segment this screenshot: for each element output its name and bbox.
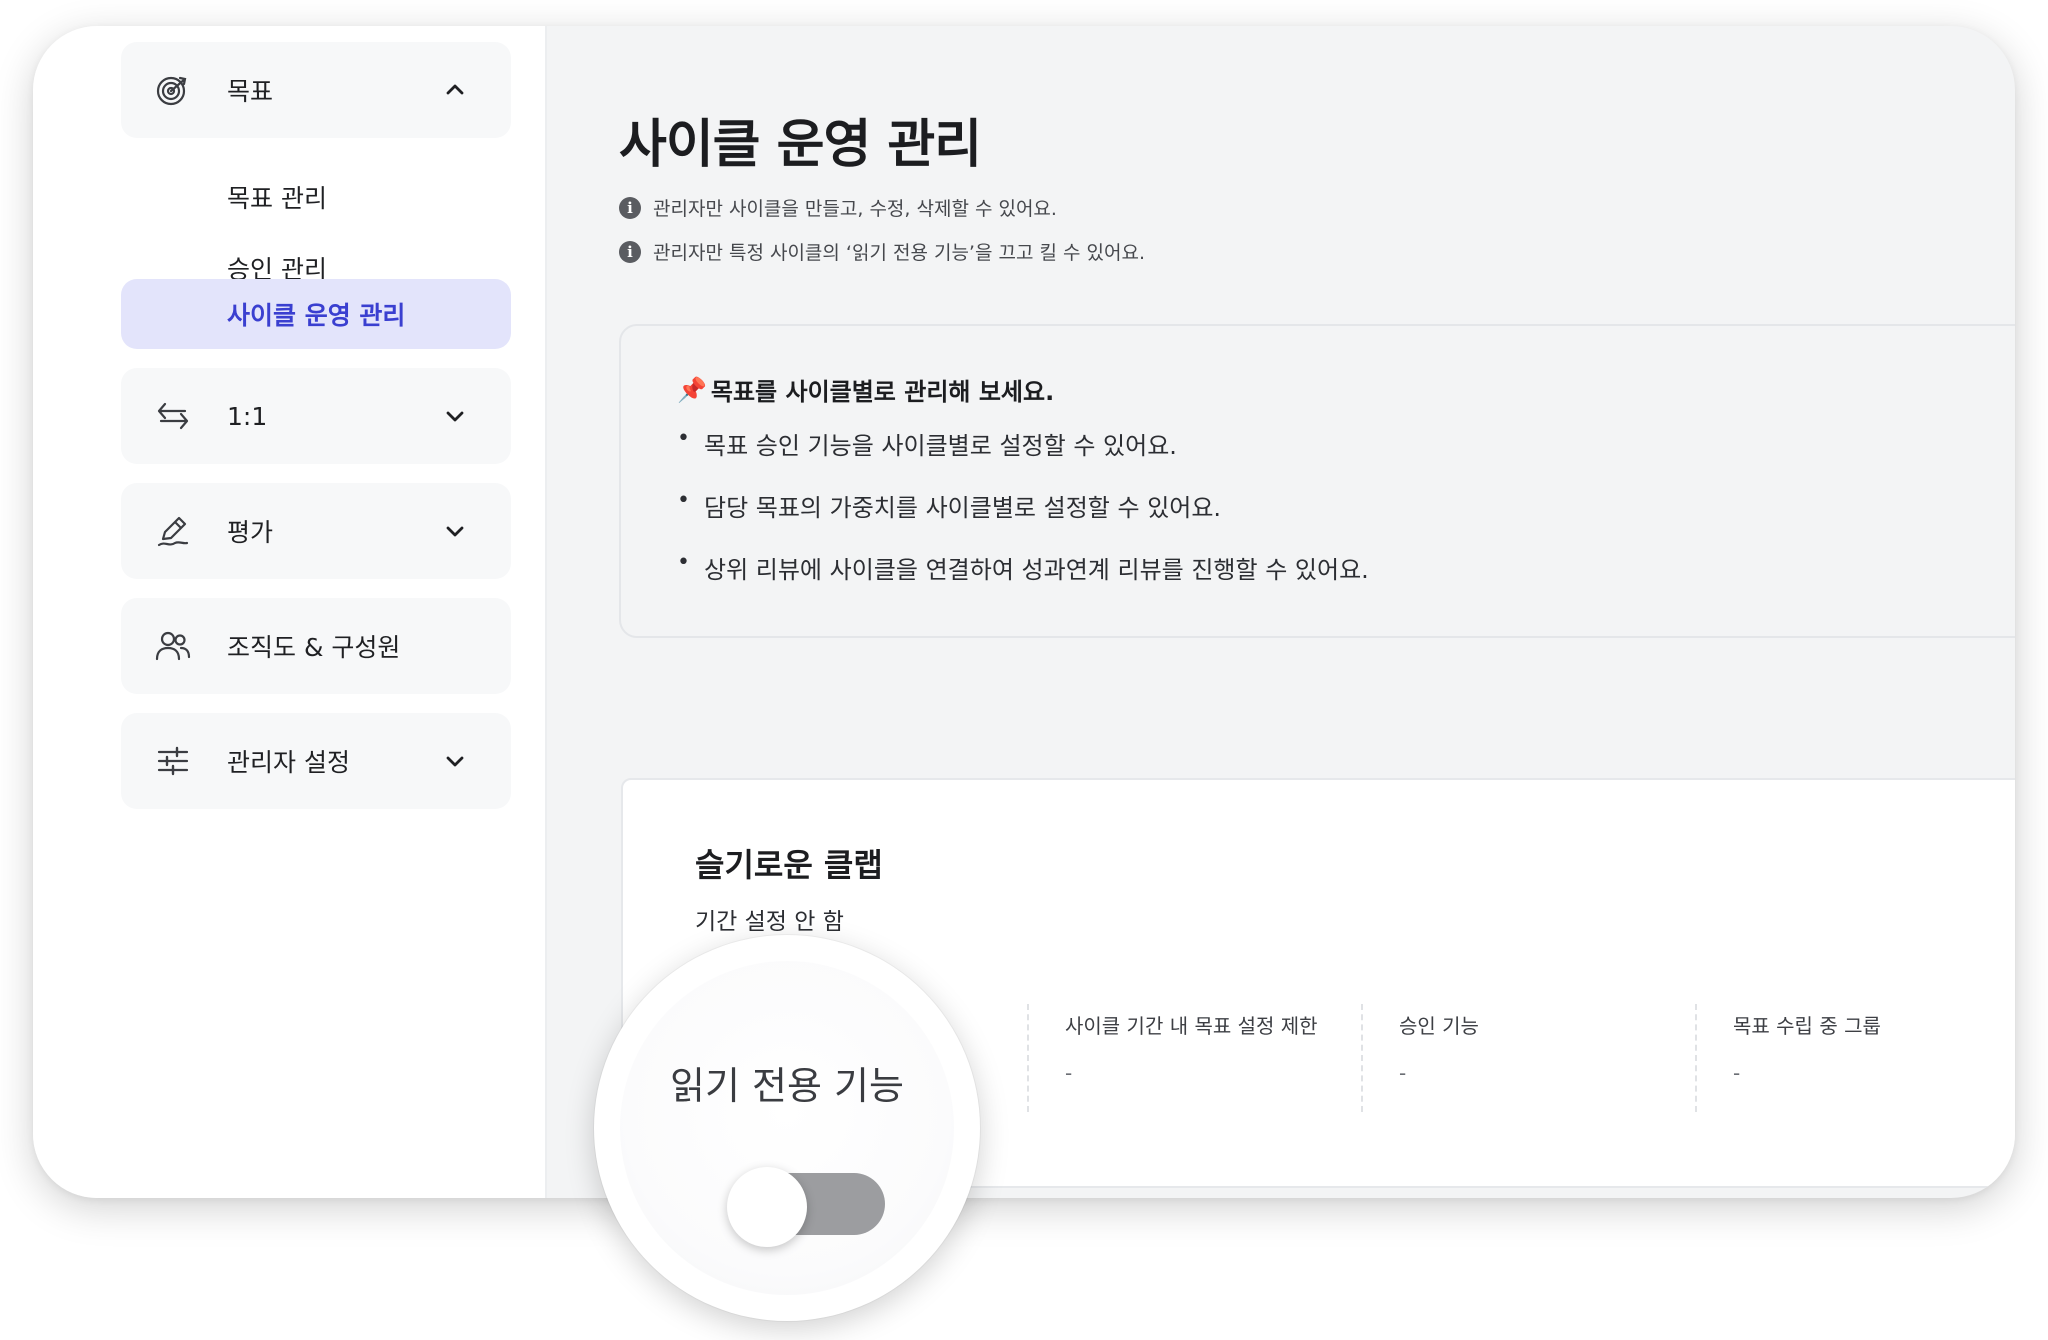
cycle-name: 슬기로운 클랩 — [695, 846, 883, 884]
sidebar-group-admin-label: 관리자 설정 — [227, 748, 350, 777]
list-item: 상위 리뷰에 사이클을 연결하여 성과연계 리뷰를 진행할 수 있어요. — [677, 550, 1369, 612]
column-value: - — [1733, 1061, 1741, 1085]
sidebar-group-goal[interactable]: 목표 — [121, 42, 511, 138]
notice-line: i 관리자만 특정 사이클의 ‘읽기 전용 기능’을 끄고 킬 수 있어요. — [619, 238, 1145, 265]
target-icon — [156, 76, 187, 106]
sidebar-group-one-on-one[interactable]: 1:1 — [121, 368, 511, 464]
cycle-column-group: 목표 수립 중 그룹 - — [1695, 1004, 1881, 1112]
notice-text: 관리자만 특정 사이클의 ‘읽기 전용 기능’을 끄고 킬 수 있어요. — [653, 242, 1145, 264]
sidebar-group-evaluation-label: 평가 — [227, 518, 274, 547]
page-title: 사이클 운영 관리 — [619, 115, 982, 175]
zoom-inner: 읽기 전용 기능 — [620, 961, 954, 1295]
column-header: 승인 기능 — [1399, 1014, 1479, 1038]
notice-line: i 관리자만 사이클을 만들고, 수정, 삭제할 수 있어요. — [619, 194, 1057, 221]
swap-arrows-icon — [157, 402, 189, 430]
sidebar-item-goal-management[interactable]: 목표 관리 — [121, 162, 511, 232]
pen-edit-icon — [157, 516, 189, 547]
sidebar-group-evaluation[interactable]: 평가 — [121, 483, 511, 579]
notice-text: 관리자만 사이클을 만들고, 수정, 삭제할 수 있어요. — [653, 198, 1057, 220]
chevron-down-icon[interactable] — [441, 517, 469, 545]
info-icon: i — [619, 240, 641, 263]
list-item: 담당 목표의 가중치를 사이클별로 설정할 수 있어요. — [677, 488, 1369, 550]
app-window: 목표 목표 관리 승인 관리 사이클 운영 관리 1:1 평가 조직도 & 구성… — [33, 26, 2015, 1198]
callout-title: 📌 목표를 사이클별로 관리해 보세요. — [677, 372, 1054, 407]
sidebar-group-admin[interactable]: 관리자 설정 — [121, 713, 511, 809]
sidebar-group-org[interactable]: 조직도 & 구성원 — [121, 598, 511, 694]
sidebar-group-one-on-one-label: 1:1 — [227, 401, 268, 431]
read-only-label: 읽기 전용 기능 — [670, 1064, 904, 1108]
sidebar-group-goal-label: 목표 — [227, 77, 274, 106]
read-only-toggle[interactable] — [727, 1167, 885, 1247]
column-header: 목표 수립 중 그룹 — [1733, 1014, 1881, 1038]
column-value: - — [1065, 1061, 1073, 1085]
sidebar-group-org-label: 조직도 & 구성원 — [227, 633, 401, 662]
people-icon — [155, 631, 191, 661]
column-value: - — [1399, 1061, 1407, 1085]
pushpin-icon: 📌 — [677, 375, 707, 404]
sliders-icon — [157, 746, 189, 776]
callout-list: 목표 승인 기능을 사이클별로 설정할 수 있어요. 담당 목표의 가중치를 사… — [677, 426, 1369, 612]
info-icon: i — [619, 196, 641, 219]
toggle-knob[interactable] — [727, 1167, 807, 1247]
chevron-down-icon[interactable] — [441, 747, 469, 775]
cycle-column-approval: 승인 기능 - — [1361, 1004, 1479, 1112]
sidebar: 목표 목표 관리 승인 관리 사이클 운영 관리 1:1 평가 조직도 & 구성… — [33, 26, 547, 1198]
cycle-period: 기간 설정 안 함 — [695, 909, 844, 935]
zoom-magnifier: 읽기 전용 기능 — [594, 935, 980, 1321]
sidebar-item-cycle-management[interactable]: 사이클 운영 관리 — [121, 279, 511, 349]
guide-callout: 📌 목표를 사이클별로 관리해 보세요. 목표 승인 기능을 사이클별로 설정할… — [619, 324, 2015, 638]
callout-title-text: 목표를 사이클별로 관리해 보세요. — [710, 378, 1055, 406]
cycle-column-goal-limit: 사이클 기간 내 목표 설정 제한 - — [1027, 1004, 1318, 1112]
chevron-down-icon[interactable] — [441, 402, 469, 430]
list-item: 목표 승인 기능을 사이클별로 설정할 수 있어요. — [677, 426, 1369, 488]
chevron-up-icon[interactable] — [441, 76, 469, 104]
column-header: 사이클 기간 내 목표 설정 제한 — [1065, 1014, 1318, 1038]
